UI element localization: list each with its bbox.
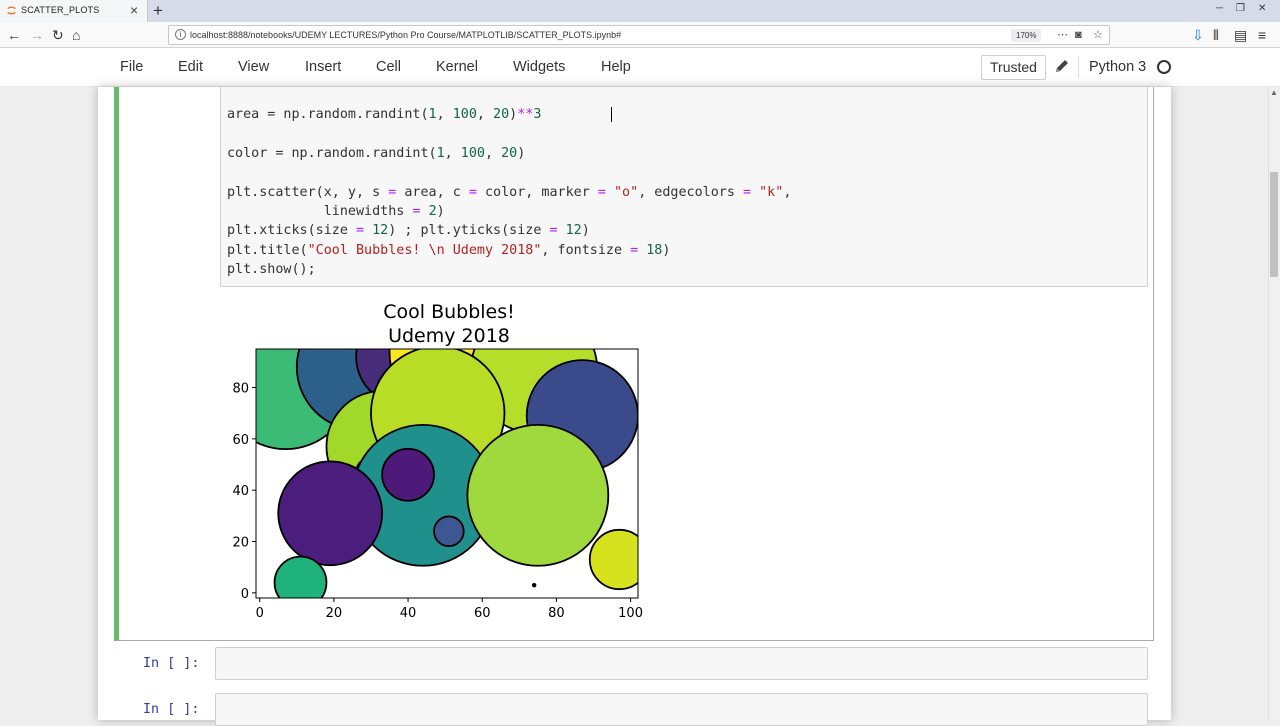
code-line-3[interactable]: plt.scatter(x, y, s = area, c = color, m… xyxy=(227,185,791,201)
back-icon[interactable]: ← xyxy=(7,27,21,43)
menu-cell[interactable]: Cell xyxy=(376,59,401,76)
scatter-bubble-13 xyxy=(433,515,465,547)
y-tick-label: 40 xyxy=(232,484,249,499)
y-tick-label: 20 xyxy=(232,536,249,551)
y-tick-label: 80 xyxy=(232,382,249,397)
minimize-icon[interactable]: ─ xyxy=(1216,2,1223,16)
tab-close-icon[interactable]: × xyxy=(130,2,138,18)
more-icon[interactable]: ⋯ xyxy=(1057,28,1068,42)
menu-view[interactable]: View xyxy=(238,59,269,76)
code-line-7[interactable]: plt.show(); xyxy=(227,262,316,278)
y-tick-label: 0 xyxy=(241,587,249,602)
y-tick-label: 60 xyxy=(232,433,249,448)
scroll-up-icon[interactable]: ▲ xyxy=(1270,89,1278,97)
menu-kernel[interactable]: Kernel xyxy=(436,59,478,76)
y-axis-ticks: 0 20 40 60 80 xyxy=(232,382,256,602)
code-line-2[interactable]: color = np.random.randint(1, 100, 20) xyxy=(227,146,525,162)
scatter-chart: Cool Bubbles! Udemy 2018 0 20 40 60 80 100 0 2… xyxy=(232,301,643,621)
x-axis-ticks: 0 20 40 60 80 100 xyxy=(256,598,643,621)
kernel-name[interactable]: Python 3 xyxy=(1089,59,1146,76)
scatter-bubble-15 xyxy=(273,555,328,598)
menu-widgets[interactable]: Widgets xyxy=(513,59,565,76)
code-line-6[interactable]: plt.title("Cool Bubbles! \n Udemy 2018",… xyxy=(227,243,670,259)
pencil-icon[interactable] xyxy=(1053,57,1071,75)
empty-code-cell[interactable] xyxy=(215,693,1148,726)
code-line-1[interactable]: area = np.random.randint(1, 100, 20)**3 xyxy=(227,107,541,123)
menu-insert[interactable]: Insert xyxy=(305,59,341,76)
scatter-bubble-10 xyxy=(381,447,435,502)
zoom-level[interactable]: 170% xyxy=(1011,29,1042,42)
x-tick-label: 60 xyxy=(474,606,491,621)
x-tick-label: 20 xyxy=(326,606,343,621)
url-text[interactable]: localhost:8888/notebooks/UDEMY LECTURES/… xyxy=(190,30,621,40)
cell-prompt: In [ ]: xyxy=(143,702,200,717)
forward-icon[interactable]: → xyxy=(30,27,44,43)
jupyter-favicon-icon xyxy=(7,6,16,15)
cell-prompt: In [ ]: xyxy=(143,656,200,671)
window-close-icon[interactable]: ✕ xyxy=(1258,2,1266,16)
scatter-bubble-16 xyxy=(531,582,537,588)
menu-file[interactable]: File xyxy=(120,59,143,76)
chart-title-line-1: Cool Bubbles! xyxy=(383,301,515,323)
x-tick-label: 100 xyxy=(618,606,643,621)
menu-help[interactable]: Help xyxy=(601,59,631,76)
scatter-bubble-12 xyxy=(466,423,610,567)
library-icon[interactable]: ⫴ xyxy=(1213,27,1219,43)
info-icon[interactable]: i xyxy=(175,29,186,40)
new-tab-icon[interactable]: + xyxy=(153,0,163,22)
restore-icon[interactable]: ❐ xyxy=(1236,2,1245,16)
x-tick-label: 0 xyxy=(256,606,264,621)
divider xyxy=(1078,56,1079,78)
browser-nav-bar: ← → ↻ ⌂ i localhost:8888/notebooks/UDEMY… xyxy=(0,22,1280,48)
menu-icon[interactable]: ≡ xyxy=(1258,27,1266,43)
home-icon[interactable]: ⌂ xyxy=(72,27,80,43)
x-tick-label: 40 xyxy=(400,606,417,621)
notebook-menubar: File Edit View Insert Cell Kernel Widget… xyxy=(0,48,1280,87)
scrollbar-thumb[interactable] xyxy=(1270,172,1278,277)
sidebar-icon[interactable]: ▤ xyxy=(1234,27,1247,43)
bookmark-star-icon[interactable]: ☆ xyxy=(1093,28,1103,42)
code-line-4[interactable]: linewidths = 2) xyxy=(227,204,445,220)
reload-icon[interactable]: ↻ xyxy=(52,27,64,43)
text-cursor xyxy=(611,107,612,122)
tab-title: SCATTER_PLOTS xyxy=(21,5,100,15)
download-icon[interactable]: ⇩ xyxy=(1192,27,1204,43)
trusted-button[interactable]: Trusted xyxy=(981,55,1046,80)
code-line-5[interactable]: plt.xticks(size = 12) ; plt.yticks(size … xyxy=(227,223,590,239)
scatter-bubble-11 xyxy=(277,460,383,567)
menu-edit[interactable]: Edit xyxy=(178,59,203,76)
url-bar[interactable]: i localhost:8888/notebooks/UDEMY LECTURE… xyxy=(168,25,1110,45)
empty-code-cell[interactable] xyxy=(215,647,1148,680)
scatter-bubble-14 xyxy=(588,528,638,591)
kernel-idle-indicator-icon xyxy=(1157,60,1171,74)
browser-tab[interactable]: SCATTER_PLOTS × xyxy=(0,0,148,22)
browser-tab-bar: SCATTER_PLOTS × + ─ ❐ ✕ xyxy=(0,0,1280,22)
pocket-icon[interactable]: ◙ xyxy=(1075,28,1082,42)
chart-title-line-2: Udemy 2018 xyxy=(388,325,510,347)
x-tick-label: 80 xyxy=(548,606,565,621)
